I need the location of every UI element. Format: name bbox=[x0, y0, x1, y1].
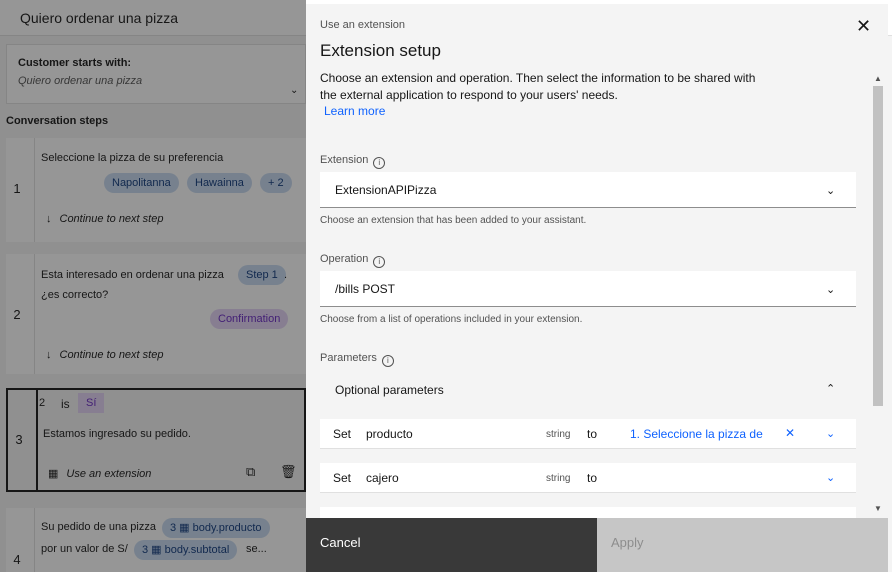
chevron-down-icon[interactable]: ⌄ bbox=[826, 427, 835, 440]
operation-helper: Choose from a list of operations include… bbox=[320, 314, 583, 325]
optional-parameters-label: Optional parameters bbox=[335, 383, 444, 397]
info-icon[interactable]: i bbox=[373, 256, 386, 268]
parameter-name: cajero bbox=[366, 471, 399, 485]
operation-label: Operation i bbox=[320, 253, 386, 268]
optional-parameters-accordion[interactable]: Optional parameters ⌃ bbox=[320, 372, 856, 408]
chevron-down-icon: ⌄ bbox=[826, 284, 836, 296]
extension-select[interactable]: ExtensionAPIPizza ⌄ bbox=[320, 172, 856, 208]
parameter-type: string bbox=[546, 429, 571, 440]
info-icon[interactable]: i bbox=[373, 157, 386, 169]
set-label: Set bbox=[333, 471, 352, 485]
chevron-down-icon: ⌄ bbox=[826, 185, 836, 197]
chevron-down-icon[interactable]: ⌄ bbox=[826, 471, 835, 484]
scroll-up-arrow-icon[interactable]: ▲ bbox=[872, 74, 884, 83]
learn-more-link[interactable]: Learn more bbox=[324, 104, 385, 118]
modal-body: Choose an extension and operation. Then … bbox=[306, 70, 888, 518]
extension-helper: Choose an extension that has been added … bbox=[320, 215, 587, 226]
modal-label: Use an extension bbox=[320, 19, 405, 31]
clear-icon[interactable]: ✕ bbox=[785, 426, 795, 440]
modal-description: Choose an extension and operation. Then … bbox=[320, 71, 756, 102]
extension-value: ExtensionAPIPizza bbox=[335, 183, 437, 197]
modal-overlay[interactable] bbox=[0, 0, 306, 572]
extension-label: Extension i bbox=[320, 154, 386, 169]
parameter-name: producto bbox=[366, 427, 413, 441]
to-label: to bbox=[587, 471, 598, 485]
chevron-up-icon: ⌃ bbox=[826, 383, 836, 395]
to-label: to bbox=[587, 427, 598, 441]
parameter-row-partial bbox=[320, 507, 856, 518]
scrollbar-thumb[interactable] bbox=[873, 86, 883, 406]
operation-select[interactable]: /bills POST ⌄ bbox=[320, 271, 856, 307]
modal-footer: Cancel Apply bbox=[306, 518, 888, 572]
parameters-label: Parameters i bbox=[320, 352, 394, 367]
modal-title: Extension setup bbox=[320, 41, 441, 60]
cancel-button[interactable]: Cancel bbox=[306, 518, 597, 572]
extension-setup-modal: Use an extension Extension setup ✕ Choos… bbox=[306, 4, 888, 572]
parameter-type: string bbox=[546, 473, 571, 484]
close-icon[interactable]: ✕ bbox=[856, 16, 871, 37]
parameter-row: Set cajero string to ⌄ bbox=[320, 463, 856, 493]
scroll-down-arrow-icon[interactable]: ▼ bbox=[872, 504, 884, 513]
apply-button[interactable]: Apply bbox=[597, 518, 888, 572]
set-label: Set bbox=[333, 427, 352, 441]
info-icon[interactable]: i bbox=[381, 355, 394, 367]
parameter-row: Set producto string to 1. Seleccione la … bbox=[320, 419, 856, 449]
parameter-value-select[interactable]: 1. Seleccione la pizza de bbox=[630, 427, 763, 441]
operation-value: /bills POST bbox=[335, 282, 396, 296]
